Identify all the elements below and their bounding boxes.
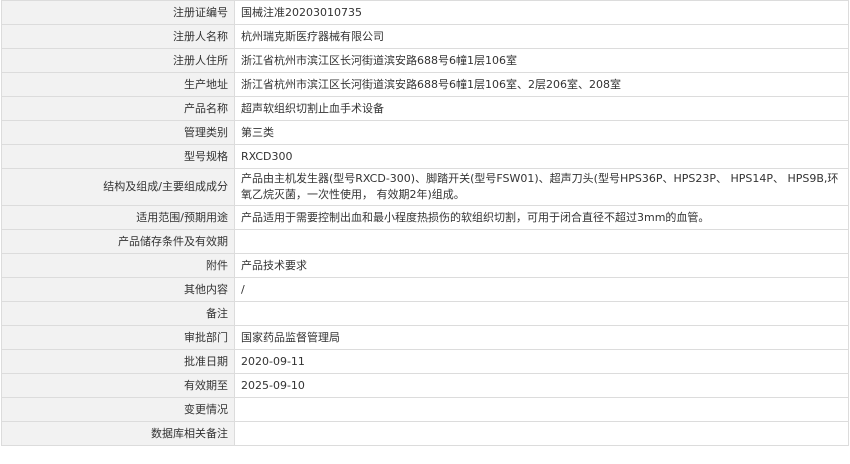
field-value: /: [234, 277, 849, 302]
field-label: 审批部门: [1, 325, 235, 350]
row-database-notes: 数据库相关备注: [1, 421, 849, 446]
row-management-category: 管理类别 第三类: [1, 120, 849, 145]
row-registrant-name: 注册人名称 杭州瑞克斯医疗器械有限公司: [1, 24, 849, 49]
row-registration-number: 注册证编号 国械注准20203010735: [1, 0, 849, 25]
row-valid-until: 有效期至 2025-09-10: [1, 373, 849, 398]
field-value: 产品技术要求: [234, 253, 849, 278]
field-label: 注册人名称: [1, 24, 235, 49]
field-label: 结构及组成/主要组成成分: [1, 168, 235, 206]
row-other-content: 其他内容 /: [1, 277, 849, 302]
field-value: [234, 421, 849, 446]
field-value: 国家药品监督管理局: [234, 325, 849, 350]
row-change-status: 变更情况: [1, 397, 849, 422]
field-label: 注册证编号: [1, 0, 235, 25]
field-value: 第三类: [234, 120, 849, 145]
field-label: 型号规格: [1, 144, 235, 169]
field-label: 其他内容: [1, 277, 235, 302]
field-value: 2025-09-10: [234, 373, 849, 398]
field-value: [234, 229, 849, 254]
field-label: 生产地址: [1, 72, 235, 97]
row-product-name: 产品名称 超声软组织切割止血手术设备: [1, 96, 849, 121]
row-registrant-address: 注册人住所 浙江省杭州市滨江区长河街道滨安路688号6幢1层106室: [1, 48, 849, 73]
field-label: 数据库相关备注: [1, 421, 235, 446]
row-model-spec: 型号规格 RXCD300: [1, 144, 849, 169]
field-label: 批准日期: [1, 349, 235, 374]
field-label: 注册人住所: [1, 48, 235, 73]
field-value: 国械注准20203010735: [234, 0, 849, 25]
field-value: [234, 301, 849, 326]
row-approval-department: 审批部门 国家药品监督管理局: [1, 325, 849, 350]
field-label: 适用范围/预期用途: [1, 205, 235, 230]
field-label: 备注: [1, 301, 235, 326]
field-value: 超声软组织切割止血手术设备: [234, 96, 849, 121]
field-value: RXCD300: [234, 144, 849, 169]
field-value: 产品适用于需要控制出血和最小程度热损伤的软组织切割，可用于闭合直径不超过3mm的…: [234, 205, 849, 230]
field-label: 管理类别: [1, 120, 235, 145]
row-storage-validity: 产品储存条件及有效期: [1, 229, 849, 254]
row-remarks: 备注: [1, 301, 849, 326]
field-value: [234, 397, 849, 422]
field-label: 产品储存条件及有效期: [1, 229, 235, 254]
field-value: 杭州瑞克斯医疗器械有限公司: [234, 24, 849, 49]
field-label: 附件: [1, 253, 235, 278]
field-value: 2020-09-11: [234, 349, 849, 374]
field-value: 产品由主机发生器(型号RXCD-300)、脚踏开关(型号FSW01)、超声刀头(…: [234, 168, 849, 206]
row-structure-composition: 结构及组成/主要组成成分 产品由主机发生器(型号RXCD-300)、脚踏开关(型…: [1, 168, 849, 206]
field-value: 浙江省杭州市滨江区长河街道滨安路688号6幢1层106室: [234, 48, 849, 73]
registration-info-table: 注册证编号 国械注准20203010735 注册人名称 杭州瑞克斯医疗器械有限公…: [1, 0, 849, 446]
field-label: 有效期至: [1, 373, 235, 398]
row-intended-use: 适用范围/预期用途 产品适用于需要控制出血和最小程度热损伤的软组织切割，可用于闭…: [1, 205, 849, 230]
row-attachments: 附件 产品技术要求: [1, 253, 849, 278]
row-production-address: 生产地址 浙江省杭州市滨江区长河街道滨安路688号6幢1层106室、2层206室…: [1, 72, 849, 97]
field-value: 浙江省杭州市滨江区长河街道滨安路688号6幢1层106室、2层206室、208室: [234, 72, 849, 97]
field-label: 产品名称: [1, 96, 235, 121]
row-approval-date: 批准日期 2020-09-11: [1, 349, 849, 374]
field-label: 变更情况: [1, 397, 235, 422]
